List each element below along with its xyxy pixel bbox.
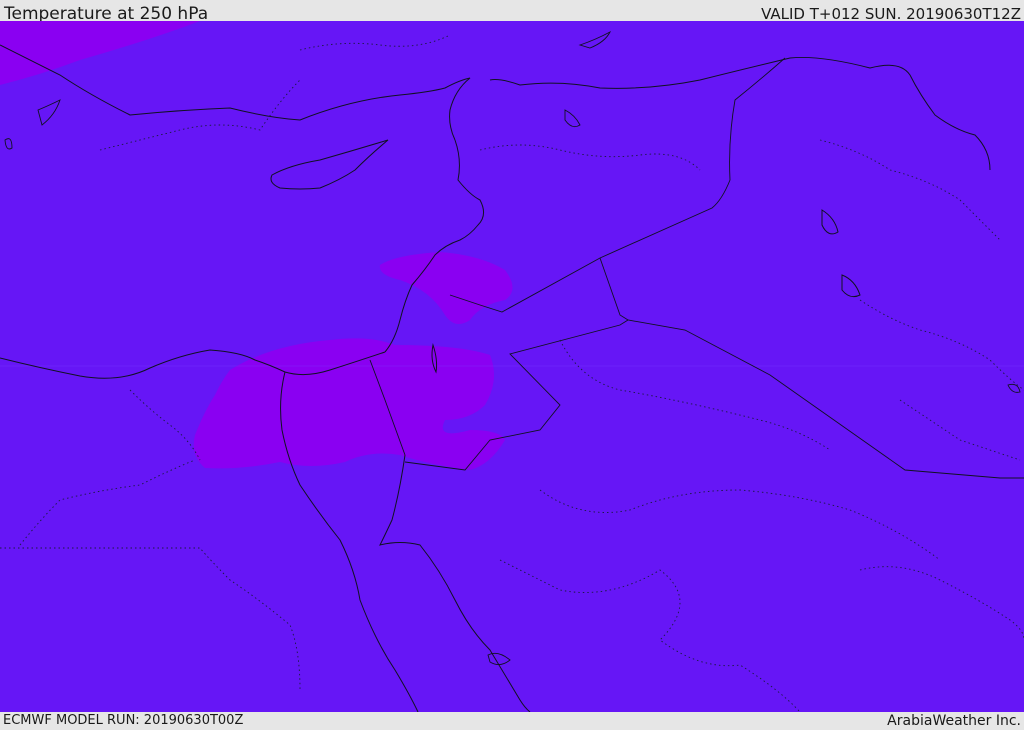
credit-label: ArabiaWeather Inc. bbox=[887, 713, 1021, 729]
temperature-map bbox=[0, 21, 1024, 713]
footer-bar: ECMWF MODEL RUN: 20190630T00Z ArabiaWeat… bbox=[0, 712, 1024, 729]
model-run-label: ECMWF MODEL RUN: 20190630T00Z bbox=[3, 713, 244, 728]
header-bar: Temperature at 250 hPa VALID T+012 SUN. … bbox=[0, 0, 1024, 24]
